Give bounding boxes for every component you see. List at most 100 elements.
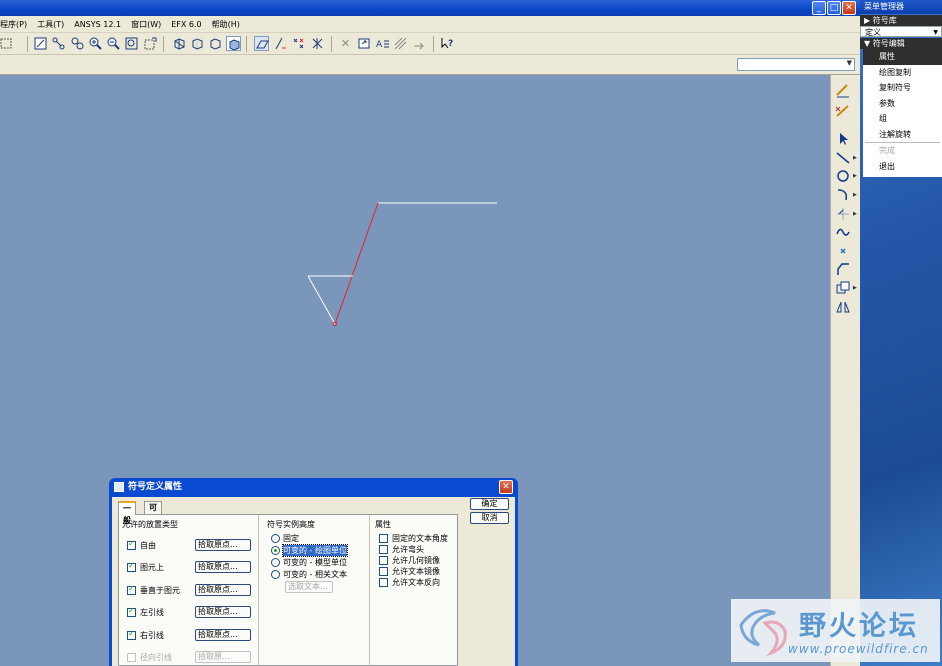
tab-general[interactable]: 一般: [118, 501, 136, 525]
expand-arrow-icon[interactable]: ▶: [853, 155, 857, 161]
close-button[interactable]: ✕: [842, 1, 856, 15]
attr-geometry-mirror-checkbox[interactable]: [379, 556, 388, 565]
menu-item-copy-symbol[interactable]: 复制符号: [863, 80, 942, 96]
no-hidden-icon[interactable]: [208, 36, 223, 51]
hatch-icon[interactable]: [393, 36, 408, 51]
refit-icon[interactable]: [124, 36, 139, 51]
attr-fixed-angle-checkbox[interactable]: [379, 534, 388, 543]
menu-item-exit[interactable]: 退出: [863, 159, 942, 175]
symbol-define-value: 定义: [865, 28, 881, 37]
menu-item-properties[interactable]: 属性: [863, 49, 942, 65]
symbol-edit-header[interactable]: ▼ 符号编辑: [860, 38, 942, 49]
dialog-close-button[interactable]: ✕: [499, 480, 513, 494]
circle-icon[interactable]: [834, 168, 852, 184]
symbol-library-header[interactable]: ▶ 符号库: [860, 15, 942, 26]
symbol-define-dropdown[interactable]: 定义 ▼: [860, 26, 942, 37]
height-fixed-row[interactable]: 固定: [271, 533, 299, 544]
repaint-icon[interactable]: [33, 36, 48, 51]
placement-normal-row[interactable]: 垂直于图元: [127, 584, 180, 596]
height-related-text-row[interactable]: 可变的 - 相关文本: [271, 569, 347, 580]
sketch-palette-icon[interactable]: [834, 83, 852, 99]
attr-text-reverse-checkbox[interactable]: [379, 578, 388, 587]
wireframe-icon[interactable]: [172, 36, 187, 51]
spline-icon[interactable]: [834, 224, 852, 240]
minimize-button[interactable]: _: [812, 1, 826, 15]
placement-on-entity-row[interactable]: 图元上: [127, 561, 164, 573]
height-fixed-radio[interactable]: [271, 534, 280, 543]
sketch-line-left[interactable]: [307, 275, 336, 325]
pick-origin-on-entity-button[interactable]: 拾取原点...: [195, 561, 251, 573]
ok-button[interactable]: 确定: [470, 498, 509, 510]
menu-item-draw-copy[interactable]: 绘图复制: [863, 65, 942, 81]
expand-arrow-icon[interactable]: ▶: [853, 211, 857, 217]
draft-grid-icon[interactable]: [834, 103, 852, 119]
height-model-units-row[interactable]: 可变的 - 模型单位: [271, 557, 347, 568]
menu-item-parameters[interactable]: 参数: [863, 96, 942, 112]
pick-origin-normal-button[interactable]: 拾取原点...: [195, 584, 251, 596]
menu-window[interactable]: 窗口(W): [126, 19, 166, 30]
expand-arrow-icon[interactable]: ▶: [853, 192, 857, 198]
orient-icon[interactable]: [70, 36, 85, 51]
arrow-style-icon[interactable]: [412, 36, 427, 51]
delete-icon[interactable]: ✕: [338, 36, 353, 51]
maximize-button[interactable]: □: [827, 1, 841, 15]
text-style-icon[interactable]: A: [375, 36, 390, 51]
context-help-icon[interactable]: ?: [440, 36, 455, 51]
menu-efx[interactable]: EFX 6.0: [166, 20, 206, 29]
height-drawing-units-row[interactable]: 可变的 - 绘图单位: [271, 544, 348, 557]
spin-center-icon[interactable]: [51, 36, 66, 51]
line-icon[interactable]: [834, 150, 852, 166]
hidden-line-icon[interactable]: [190, 36, 205, 51]
placement-normal-checkbox[interactable]: [127, 584, 136, 595]
view-selector[interactable]: ▼: [737, 58, 855, 71]
menu-program[interactable]: 程序(P): [0, 19, 32, 30]
pick-origin-free-button[interactable]: 拾取原点...: [195, 539, 251, 551]
menu-tools[interactable]: 工具(T): [32, 19, 69, 30]
menu-item-annotation-rotate[interactable]: 注解旋转: [863, 127, 942, 143]
menu-ansys[interactable]: ANSYS 12.1: [69, 20, 126, 29]
attr-text-mirror-checkbox[interactable]: [379, 567, 388, 576]
pick-origin-left-leader-button[interactable]: 拾取原点...: [195, 606, 251, 618]
chamfer-icon[interactable]: [834, 261, 852, 277]
sketch-line-slant[interactable]: [334, 202, 379, 325]
attr-text-reverse-row[interactable]: 允许文本反向: [379, 577, 440, 588]
fillet-icon[interactable]: [834, 206, 852, 222]
coordinate-system-icon[interactable]: [310, 36, 325, 51]
arc-icon[interactable]: [834, 187, 852, 203]
attr-text-mirror-row[interactable]: 允许文本镜像: [379, 566, 440, 577]
select-arrow-icon[interactable]: [834, 131, 852, 147]
zoom-in-icon[interactable]: [88, 36, 103, 51]
zoom-out-icon[interactable]: [106, 36, 121, 51]
height-drawing-units-radio[interactable]: [271, 546, 280, 555]
height-related-text-radio[interactable]: [271, 570, 280, 579]
placement-free-checkbox[interactable]: [127, 539, 136, 550]
attr-allow-elbow-row[interactable]: 允许弯头: [379, 544, 424, 555]
placement-right-leader-row[interactable]: 右引线: [127, 629, 164, 641]
attr-fixed-angle-row[interactable]: 固定的文本角度: [379, 533, 448, 544]
shading-icon[interactable]: [226, 36, 241, 51]
mirror-icon[interactable]: [834, 299, 852, 315]
height-model-units-radio[interactable]: [271, 558, 280, 567]
menu-help[interactable]: 帮助(H): [207, 19, 245, 30]
attr-geometry-mirror-row[interactable]: 允许几何镜像: [379, 555, 440, 566]
datum-point-icon[interactable]: [291, 36, 306, 51]
select-box-icon[interactable]: [0, 36, 15, 51]
rotate-icon[interactable]: [357, 36, 372, 51]
attr-allow-elbow-checkbox[interactable]: [379, 545, 388, 554]
expand-arrow-icon[interactable]: ▶: [853, 285, 857, 291]
placement-right-leader-checkbox[interactable]: [127, 629, 136, 640]
placement-left-leader-row[interactable]: 左引线: [127, 606, 164, 618]
tab-variable-text[interactable]: 可变文本: [144, 501, 162, 548]
placement-free-row[interactable]: 自由: [127, 539, 156, 551]
pick-origin-right-leader-button[interactable]: 拾取原点...: [195, 629, 251, 641]
datum-plane-icon[interactable]: [254, 36, 269, 51]
placement-left-leader-checkbox[interactable]: [127, 606, 136, 617]
offset-edge-icon[interactable]: [834, 280, 852, 296]
datum-axis-icon[interactable]: [273, 36, 288, 51]
menu-item-group[interactable]: 组: [863, 111, 942, 127]
placement-on-entity-checkbox[interactable]: [127, 561, 136, 572]
point-icon[interactable]: [834, 243, 852, 259]
expand-arrow-icon[interactable]: ▶: [853, 173, 857, 179]
cancel-button[interactable]: 取消: [470, 512, 509, 524]
reorient-icon[interactable]: [143, 36, 158, 51]
